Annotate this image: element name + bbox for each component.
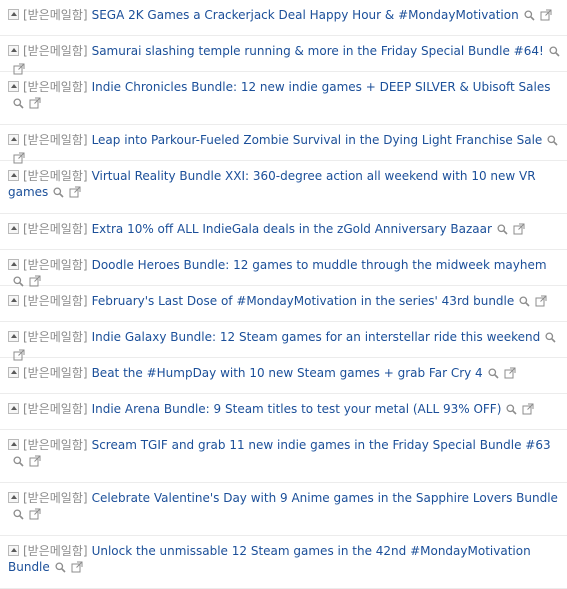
mail-subject-link[interactable]: Celebrate Valentine's Day with 9 Anime g… [92, 491, 558, 505]
open-new-window-icon[interactable] [69, 186, 81, 202]
search-icon[interactable] [524, 9, 535, 25]
mail-list-item: [받은메일함] Celebrate Valentine's Day with 9 … [0, 483, 567, 536]
mail-subject-link[interactable]: Doodle Heroes Bundle: 12 games to muddle… [92, 258, 547, 272]
expand-toggle-icon[interactable] [8, 223, 19, 234]
search-icon[interactable] [53, 186, 64, 202]
mailbox-label: [받은메일함] [23, 402, 88, 416]
mail-subject-link[interactable]: Indie Galaxy Bundle: 12 Steam games for … [92, 330, 541, 344]
mail-subject-link[interactable]: Indie Arena Bundle: 9 Steam titles to te… [92, 402, 502, 416]
open-new-window-icon[interactable] [71, 561, 83, 577]
mail-list-item: [받은메일함] Virtual Reality Bundle XXI: 360-d… [0, 161, 567, 214]
mail-subject-link[interactable]: Samurai slashing temple running & more i… [92, 44, 544, 58]
open-new-window-icon[interactable] [29, 508, 41, 524]
open-new-window-icon[interactable] [29, 97, 41, 113]
search-icon[interactable] [497, 223, 508, 239]
expand-toggle-icon[interactable] [8, 170, 19, 181]
mail-list-item: [받은메일함] Samurai slashing temple running &… [0, 36, 567, 75]
mail-list-item: [받은메일함] February's Last Dose of #MondayMo… [0, 286, 567, 322]
mailbox-label: [받은메일함] [23, 169, 88, 183]
mail-subject-link[interactable]: Extra 10% off ALL IndieGala deals in the… [92, 222, 492, 236]
search-icon[interactable] [545, 331, 556, 347]
open-new-window-icon[interactable] [513, 223, 525, 239]
search-icon[interactable] [506, 403, 517, 419]
mail-subject-link[interactable]: February's Last Dose of #MondayMotivatio… [92, 294, 515, 308]
search-icon[interactable] [519, 295, 530, 311]
mail-list-item: [받은메일함] Extra 10% off ALL IndieGala deals… [0, 214, 567, 250]
expand-toggle-icon[interactable] [8, 403, 19, 414]
expand-toggle-icon[interactable] [8, 259, 19, 270]
expand-toggle-icon[interactable] [8, 545, 19, 556]
mailbox-label: [받은메일함] [23, 133, 88, 147]
search-icon[interactable] [488, 367, 499, 383]
expand-toggle-icon[interactable] [8, 367, 19, 378]
open-new-window-icon[interactable] [29, 455, 41, 471]
expand-toggle-icon[interactable] [8, 295, 19, 306]
expand-toggle-icon[interactable] [8, 331, 19, 342]
mail-list-item: [받은메일함] Leap into Parkour-Fueled Zombie S… [0, 125, 567, 164]
mailbox-label: [받은메일함] [23, 438, 88, 452]
mail-list-item: [받은메일함] Beat the #HumpDay with 10 new Ste… [0, 358, 567, 394]
expand-toggle-icon[interactable] [8, 439, 19, 450]
expand-toggle-icon[interactable] [8, 134, 19, 145]
mailbox-label: [받은메일함] [23, 544, 88, 558]
mailbox-label: [받은메일함] [23, 8, 88, 22]
open-new-window-icon[interactable] [522, 403, 534, 419]
mailbox-label: [받은메일함] [23, 80, 88, 94]
mailbox-label: [받은메일함] [23, 222, 88, 236]
search-icon[interactable] [549, 45, 560, 61]
mail-subject-link[interactable]: Scream TGIF and grab 11 new indie games … [92, 438, 551, 452]
expand-toggle-icon[interactable] [8, 45, 19, 56]
mail-list-item: [받은메일함] Doodle Heroes Bundle: 12 games to… [0, 250, 567, 287]
mail-subject-link[interactable]: SEGA 2K Games a Crackerjack Deal Happy H… [92, 8, 519, 22]
open-new-window-icon[interactable] [504, 367, 516, 383]
search-icon[interactable] [55, 561, 66, 577]
mail-list-item: [받은메일함] Indie Galaxy Bundle: 12 Steam gam… [0, 322, 567, 361]
mail-subject-link[interactable]: Beat the #HumpDay with 10 new Steam game… [92, 366, 483, 380]
expand-toggle-icon[interactable] [8, 492, 19, 503]
mail-list-item: [받은메일함] Indie Chronicles Bundle: 12 new i… [0, 72, 567, 125]
search-icon[interactable] [13, 97, 24, 113]
mail-list-item: [받은메일함] Scream TGIF and grab 11 new indie… [0, 430, 567, 483]
mailbox-label: [받은메일함] [23, 366, 88, 380]
mail-list-item: [받은메일함] Unlock the unmissable 12 Steam ga… [0, 536, 567, 589]
search-icon[interactable] [547, 134, 558, 150]
mail-subject-link[interactable]: Leap into Parkour-Fueled Zombie Survival… [92, 133, 543, 147]
mailbox-label: [받은메일함] [23, 330, 88, 344]
search-icon[interactable] [13, 508, 24, 524]
mailbox-label: [받은메일함] [23, 44, 88, 58]
mail-subject-link[interactable]: Indie Chronicles Bundle: 12 new indie ga… [92, 80, 551, 94]
mailbox-label: [받은메일함] [23, 258, 88, 272]
mail-list: [받은메일함] SEGA 2K Games a Crackerjack Deal … [0, 0, 567, 589]
expand-toggle-icon[interactable] [8, 81, 19, 92]
expand-toggle-icon[interactable] [8, 9, 19, 20]
open-new-window-icon[interactable] [540, 9, 552, 25]
mailbox-label: [받은메일함] [23, 491, 88, 505]
search-icon[interactable] [13, 455, 24, 471]
open-new-window-icon[interactable] [535, 295, 547, 311]
mail-list-item: [받은메일함] Indie Arena Bundle: 9 Steam title… [0, 394, 567, 430]
mailbox-label: [받은메일함] [23, 294, 88, 308]
mail-list-item: [받은메일함] SEGA 2K Games a Crackerjack Deal … [0, 0, 567, 36]
